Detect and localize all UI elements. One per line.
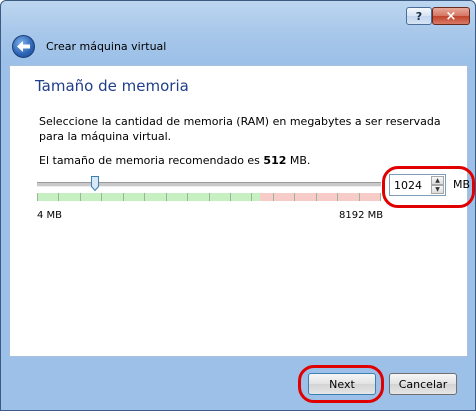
- spin-up-button[interactable]: ▲: [431, 176, 444, 185]
- slider-tick: [187, 193, 188, 201]
- slider-tick: [380, 193, 381, 201]
- slider-tick: [337, 193, 338, 201]
- content-panel: Tamaño de memoria Seleccione la cantidad…: [9, 65, 475, 357]
- slider-tick: [123, 193, 124, 201]
- description-text: Seleccione la cantidad de memoria (RAM) …: [39, 115, 441, 143]
- memory-unit-label: MB: [453, 178, 471, 191]
- wizard-header: Crear máquina virtual: [2, 29, 474, 63]
- slider-tick: [251, 193, 252, 201]
- recommended-memory-text: El tamaño de memoria recomendado es 512 …: [39, 154, 310, 167]
- recommend-suffix: MB.: [286, 154, 311, 167]
- close-icon: ×: [445, 8, 457, 24]
- slider-tick: [209, 193, 210, 201]
- recommend-prefix: El tamaño de memoria recomendado es: [39, 154, 264, 167]
- wizard-footer: Next Cancelar: [2, 359, 474, 411]
- cancel-button-label: Cancelar: [398, 377, 448, 391]
- dialog-window: ? × Crear máquina virtual Tamaño de memo…: [0, 0, 476, 411]
- slider-tick: [144, 193, 145, 201]
- slider-tick: [359, 193, 360, 201]
- memory-spinbox[interactable]: 1024 ▲ ▼: [389, 174, 446, 196]
- spin-down-button[interactable]: ▼: [431, 185, 444, 194]
- slider-ticks: [37, 193, 381, 201]
- cancel-button[interactable]: Cancelar: [389, 373, 457, 395]
- next-button[interactable]: Next: [308, 373, 376, 395]
- next-button-label: Next: [329, 377, 355, 391]
- help-icon: ?: [415, 9, 423, 23]
- slider-min-label: 4 MB: [37, 210, 63, 221]
- slider-tick: [166, 193, 167, 201]
- back-arrow-icon: [17, 41, 30, 52]
- close-button[interactable]: ×: [432, 7, 470, 25]
- slider-tick: [80, 193, 81, 201]
- back-button[interactable]: [12, 35, 35, 58]
- slider-tick: [37, 193, 38, 201]
- recommended-value: 512: [263, 154, 287, 167]
- slider-thumb[interactable]: [91, 176, 99, 191]
- slider-tick: [101, 193, 102, 201]
- slider-tick: [230, 193, 231, 201]
- wizard-title: Crear máquina virtual: [46, 40, 167, 53]
- help-button[interactable]: ?: [406, 7, 432, 25]
- slider-tick: [316, 193, 317, 201]
- chevron-up-icon: ▲: [435, 177, 440, 184]
- titlebar: ? ×: [1, 1, 475, 29]
- slider-tick: [294, 193, 295, 201]
- page-heading: Tamaño de memoria: [35, 77, 189, 95]
- memory-slider[interactable]: [37, 174, 381, 204]
- slider-max-label: 8192 MB: [339, 210, 384, 221]
- slider-tick: [58, 193, 59, 201]
- chevron-down-icon: ▼: [435, 186, 440, 193]
- memory-input[interactable]: 1024: [394, 179, 422, 192]
- spin-buttons: ▲ ▼: [431, 176, 444, 194]
- slider-tick: [273, 193, 274, 201]
- slider-track: [37, 182, 381, 187]
